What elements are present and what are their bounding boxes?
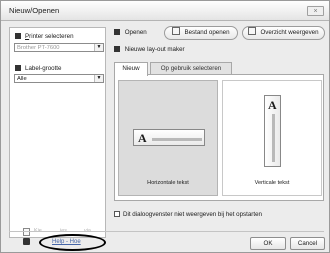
horizontal-label-preview: A: [133, 129, 205, 146]
horizontal-text-option[interactable]: A Horizontale tekst: [118, 80, 218, 196]
tab-new[interactable]: Nieuw: [114, 62, 148, 76]
chevron-down-icon[interactable]: ▼: [94, 44, 103, 51]
horizontal-text-caption: Horizontale tekst: [147, 180, 189, 186]
new-layout-icon: [114, 46, 120, 53]
printer-icon: [15, 33, 21, 40]
title-bar[interactable]: Nieuw/Openen ×: [1, 1, 329, 21]
vertical-label-preview: A: [264, 95, 281, 167]
left-panel: Printer selecteren Brother PT-7600 ▼ Lab…: [9, 27, 106, 251]
window-title: Nieuw/Openen: [9, 6, 60, 15]
dont-show-label: Dit dialoogvenster niet weergeven bij he…: [123, 211, 262, 218]
close-icon: ×: [313, 8, 318, 15]
letter-a-glyph: A: [138, 131, 147, 145]
footer-divider: [9, 231, 324, 232]
open-label: Openen: [114, 29, 147, 36]
help-icon: [23, 238, 30, 245]
open-icon: [114, 29, 120, 36]
cancel-button[interactable]: Cancel: [290, 237, 325, 250]
label-size-dropdown[interactable]: Alle ▼: [14, 74, 104, 83]
letter-a-glyph: A: [268, 98, 277, 112]
printer-dropdown[interactable]: Brother PT-7600 ▼: [14, 43, 104, 52]
dont-show-checkbox[interactable]: [114, 211, 120, 218]
printer-select-label: Printer selecteren: [15, 33, 74, 40]
overview-icon: [248, 27, 257, 36]
overview-button[interactable]: Overzicht weergeven: [242, 26, 325, 40]
label-size-dropdown-value: Alle: [17, 76, 27, 82]
label-size-icon: [15, 65, 21, 72]
printer-dropdown-value: Brother PT-7600: [17, 45, 60, 51]
vertical-text-caption: Verticale tekst: [254, 180, 290, 186]
new-layout-label: Nieuwe lay-out maker: [114, 46, 185, 53]
dont-show-checkbox-row[interactable]: Dit dialoogvenster niet weergeven bij he…: [114, 211, 262, 218]
dialog-window: Nieuw/Openen × Printer selecteren Brothe…: [0, 0, 330, 253]
folder-icon: [172, 27, 181, 36]
text-line-bar: [272, 114, 275, 162]
text-line-bar: [152, 138, 202, 141]
tab-panel: A Horizontale tekst A Verticale tekst: [114, 74, 324, 201]
document-icon: [23, 228, 30, 236]
highlight-circle: [39, 234, 106, 251]
close-button[interactable]: ×: [307, 6, 324, 16]
label-size-label: Label-grootte: [15, 65, 61, 72]
ok-button[interactable]: OK: [250, 237, 286, 250]
open-file-button[interactable]: Bestand openen: [164, 26, 238, 40]
chevron-down-icon[interactable]: ▼: [94, 75, 103, 82]
vertical-text-option[interactable]: A Verticale tekst: [222, 80, 322, 196]
